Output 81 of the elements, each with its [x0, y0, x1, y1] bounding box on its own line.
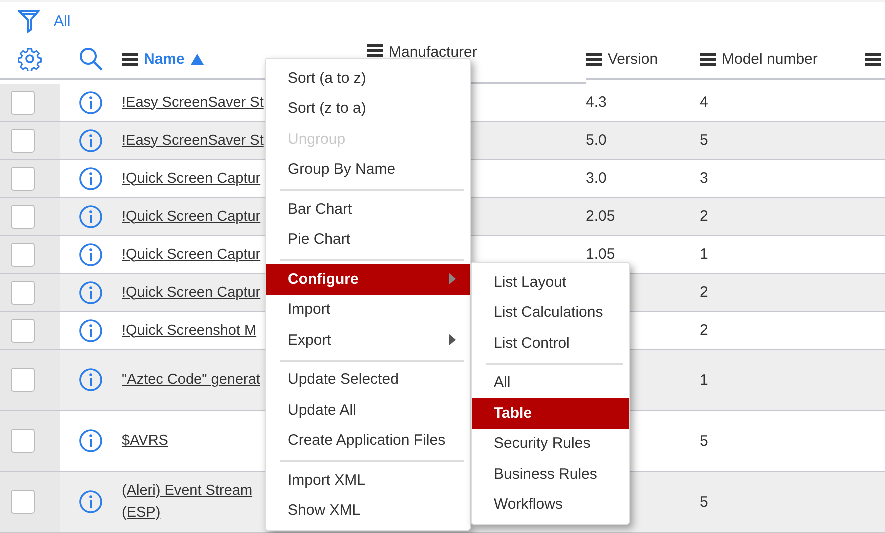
column-header[interactable]: Manufacturer — [389, 44, 478, 61]
column-menu-icon[interactable] — [367, 44, 383, 57]
table-cell: 2 — [700, 322, 708, 339]
submenu-arrow-icon — [449, 334, 456, 346]
menu-item[interactable]: Update Selected — [266, 364, 470, 395]
row-checkbox[interactable] — [11, 368, 35, 392]
menu-item[interactable]: Sort (a to z) — [266, 63, 470, 94]
table-cell: 1 — [700, 246, 708, 263]
filter-icon[interactable] — [18, 9, 40, 33]
menu-item[interactable]: Pie Chart — [266, 224, 470, 255]
column-menu-icon[interactable] — [700, 52, 716, 66]
info-icon[interactable] — [79, 204, 103, 228]
record-link[interactable]: $AVRS — [122, 430, 168, 452]
menu-item[interactable]: Export — [266, 325, 470, 356]
menu-item[interactable]: Workflows — [472, 490, 629, 520]
record-link[interactable]: !Quick Screenshot M — [122, 320, 257, 342]
menu-item[interactable]: Business Rules — [472, 459, 629, 490]
menu-item[interactable]: Import — [266, 294, 470, 325]
info-icon[interactable] — [79, 318, 103, 342]
column-header[interactable]: Version — [608, 50, 658, 68]
record-link[interactable]: "Aztec Code" generat — [122, 369, 260, 391]
record-link[interactable]: !Quick Screen Captur — [122, 168, 261, 190]
info-icon[interactable] — [79, 90, 103, 114]
info-icon[interactable] — [79, 166, 103, 190]
table-cell: 3.0 — [586, 170, 607, 187]
row-checkbox[interactable] — [11, 90, 35, 114]
row-checkbox[interactable] — [11, 318, 35, 342]
menu-item[interactable]: Table — [472, 398, 629, 428]
menu-item[interactable]: List Control — [472, 328, 629, 358]
menu-item[interactable]: Sort (z to a) — [266, 94, 470, 124]
record-link[interactable]: !Easy ScreenSaver St — [122, 130, 264, 152]
info-icon[interactable] — [79, 242, 103, 266]
info-icon[interactable] — [79, 429, 103, 453]
row-checkbox[interactable] — [11, 204, 35, 228]
column-menu-icon[interactable] — [865, 52, 881, 66]
column-header[interactable]: Name — [144, 50, 185, 68]
settings-icon[interactable] — [18, 47, 42, 71]
row-checkbox[interactable] — [11, 242, 35, 266]
menu-item[interactable]: Import XML — [266, 465, 470, 496]
menu-item[interactable]: All — [472, 368, 629, 398]
row-checkbox[interactable] — [11, 280, 35, 304]
table-cell: 2.05 — [586, 208, 616, 225]
table-cell: 2 — [700, 208, 708, 225]
menu-item[interactable]: Update All — [266, 395, 470, 426]
menu-item[interactable]: Configure — [266, 264, 470, 294]
table-cell: 5 — [700, 432, 708, 450]
table-cell: 4.3 — [586, 94, 607, 111]
info-icon[interactable] — [79, 280, 103, 304]
column-menu-icon[interactable] — [122, 52, 138, 66]
table-cell: 2 — [700, 284, 708, 301]
record-link[interactable]: !Quick Screen Captur — [122, 244, 261, 266]
row-checkbox[interactable] — [11, 128, 35, 152]
menu-item[interactable]: Create Application Files — [266, 426, 470, 456]
table-cell: 5 — [700, 132, 708, 149]
record-link[interactable]: !Easy ScreenSaver St — [122, 92, 264, 114]
menu-item[interactable]: Bar Chart — [266, 194, 470, 224]
table-cell: 3 — [700, 170, 708, 187]
info-icon[interactable] — [79, 490, 103, 514]
sort-ascending-icon — [190, 54, 204, 64]
submenu-arrow-icon — [449, 273, 456, 286]
table-cell: 1 — [700, 372, 708, 388]
table-cell: 1.05 — [586, 246, 616, 263]
record-link[interactable]: !Quick Screen Captur — [122, 282, 261, 304]
info-icon[interactable] — [79, 128, 103, 152]
table-cell: 4 — [700, 94, 708, 111]
menu-item[interactable]: List Calculations — [472, 298, 629, 328]
column-menu-icon[interactable] — [586, 52, 602, 66]
row-checkbox[interactable] — [11, 490, 35, 514]
menu-item[interactable]: Security Rules — [472, 428, 629, 459]
info-icon[interactable] — [79, 368, 103, 392]
column-header[interactable]: Model number — [722, 50, 818, 68]
menu-item[interactable]: Group By Name — [266, 154, 470, 185]
record-link[interactable]: !Quick Screen Captur — [122, 206, 261, 228]
menu-item[interactable]: List Layout — [472, 267, 629, 298]
menu-item[interactable]: Show XML — [266, 496, 470, 526]
table-cell: 5 — [700, 494, 708, 510]
row-checkbox[interactable] — [11, 429, 35, 453]
table-cell: 5.0 — [586, 132, 607, 149]
row-checkbox[interactable] — [11, 166, 35, 190]
filter-link[interactable]: All — [54, 12, 71, 30]
search-icon[interactable] — [79, 47, 103, 71]
